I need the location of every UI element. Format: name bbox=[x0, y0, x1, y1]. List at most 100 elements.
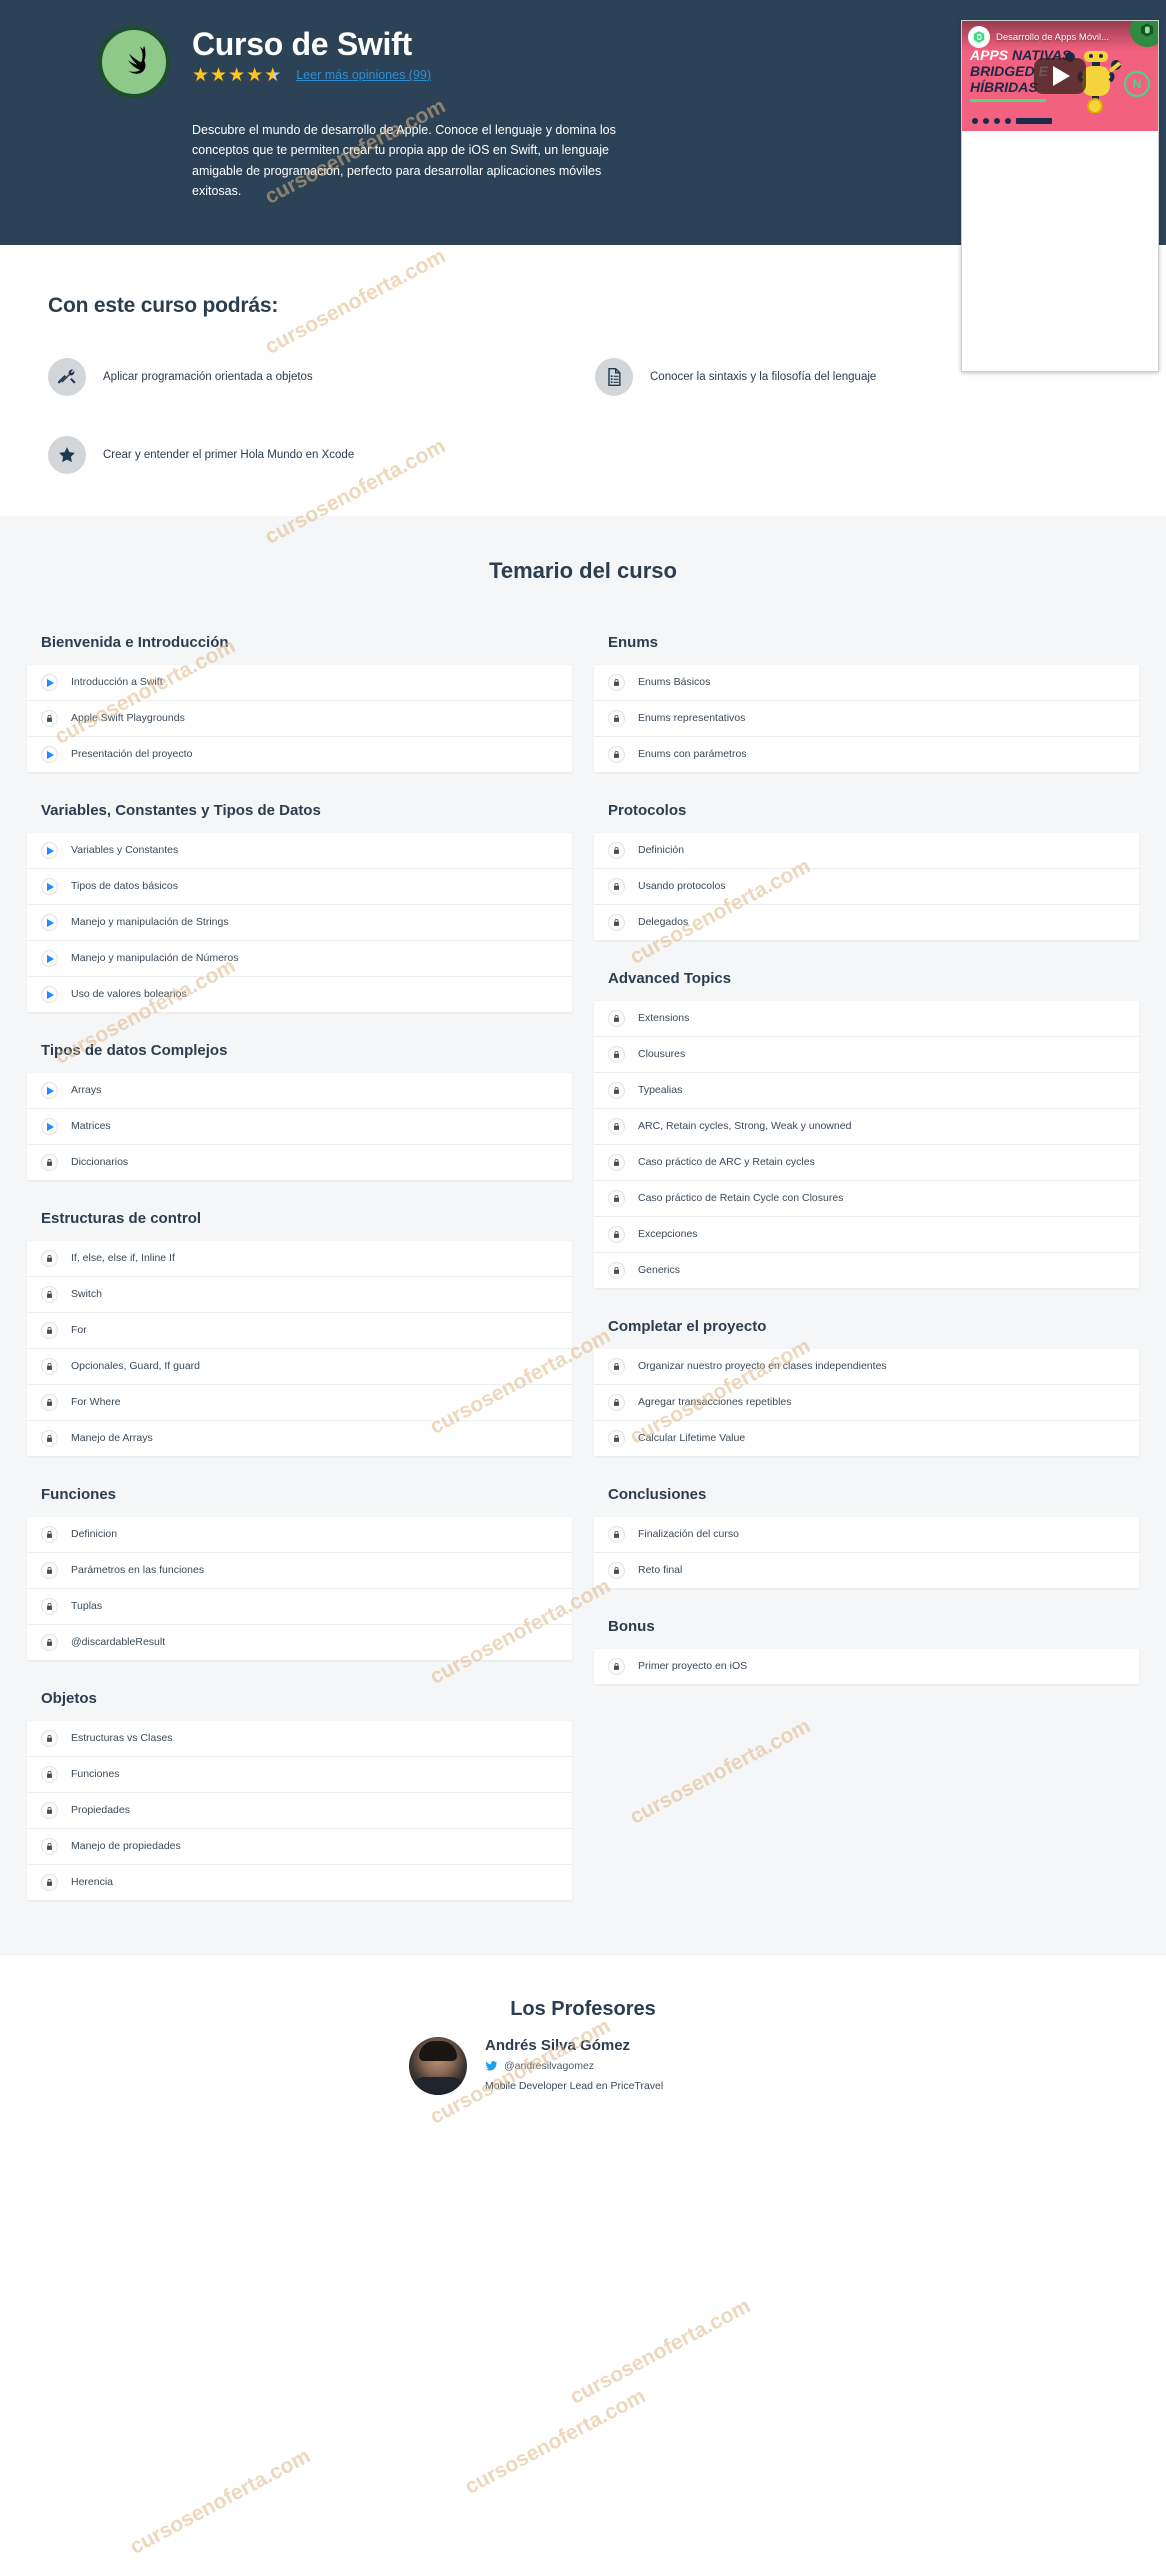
lesson-row[interactable]: Matrices bbox=[27, 1109, 572, 1146]
lesson-row[interactable]: Manejo y manipulación de Strings bbox=[27, 905, 572, 942]
lesson-label: Tipos de datos básicos bbox=[71, 880, 179, 893]
lesson-row[interactable]: Manejo y manipulación de Números bbox=[27, 941, 572, 978]
lesson-row[interactable]: Organizar nuestro proyecto en clases ind… bbox=[594, 1349, 1139, 1386]
syllabus-module: Advanced Topics Extensions Clousures Typeal… bbox=[594, 958, 1139, 1289]
lesson-row[interactable]: Finalización del curso bbox=[594, 1517, 1139, 1554]
lesson-row[interactable]: Presentación del proyecto bbox=[27, 737, 572, 772]
lesson-row[interactable]: Herencia bbox=[27, 1865, 572, 1900]
play-icon[interactable] bbox=[41, 842, 58, 860]
lock-icon bbox=[608, 1526, 625, 1544]
professors-section: Los Profesores Andrés Silva Gómez @andre… bbox=[0, 1954, 1166, 2126]
lesson-row[interactable]: Diccionarios bbox=[27, 1145, 572, 1180]
play-icon[interactable] bbox=[41, 1082, 58, 1100]
benefit-item: Aplicar programación orientada a objetos bbox=[48, 358, 595, 397]
lesson-row[interactable]: Variables y Constantes bbox=[27, 833, 572, 870]
lesson-row[interactable]: Calcular Lifetime Value bbox=[594, 1421, 1139, 1456]
video-player-card[interactable]: APPS NATIVAS BRIDGED E HÍBRIDAS bbox=[961, 20, 1159, 372]
video-thumbnail[interactable]: APPS NATIVAS BRIDGED E HÍBRIDAS bbox=[962, 21, 1158, 131]
lesson-row[interactable]: Tuplas bbox=[27, 1589, 572, 1626]
lesson-label: Variables y Constantes bbox=[71, 844, 179, 857]
lesson-row[interactable]: Tipos de datos básicos bbox=[27, 869, 572, 906]
play-icon[interactable] bbox=[41, 878, 58, 896]
syllabus-right-column: Enums Enums Básicos Enums representativos E… bbox=[594, 622, 1139, 1918]
lesson-row[interactable]: For Where bbox=[27, 1385, 572, 1422]
lesson-row[interactable]: Funciones bbox=[27, 1757, 572, 1794]
lesson-row[interactable]: Primer proyecto en iOS bbox=[594, 1649, 1139, 1684]
lock-icon bbox=[608, 746, 625, 764]
thumb-dots bbox=[972, 118, 1052, 124]
lesson-row[interactable]: Usando protocolos bbox=[594, 869, 1139, 906]
lesson-row[interactable]: Apple Swift Playgrounds bbox=[27, 701, 572, 738]
module-title: Advanced Topics bbox=[608, 970, 732, 988]
play-icon[interactable] bbox=[41, 914, 58, 932]
syllabus-module: Tipos de datos Complejos Arrays Matrices Di… bbox=[27, 1030, 572, 1181]
lesson-row[interactable]: Enums representativos bbox=[594, 701, 1139, 738]
lesson-row[interactable]: Excepciones bbox=[594, 1217, 1139, 1254]
lesson-row[interactable]: Generics bbox=[594, 1253, 1139, 1288]
lesson-row[interactable]: Definición bbox=[594, 833, 1139, 870]
lesson-row[interactable]: If, else, else if, Inline If bbox=[27, 1241, 572, 1278]
lesson-row[interactable]: Agregar transacciones repetibles bbox=[594, 1385, 1139, 1422]
lock-icon bbox=[608, 1658, 625, 1676]
lesson-row[interactable]: Switch bbox=[27, 1277, 572, 1314]
lesson-row[interactable]: For bbox=[27, 1313, 572, 1350]
syllabus-module: Protocolos Definición Usando protocolos Del… bbox=[594, 790, 1139, 941]
lesson-list: Finalización del curso Reto final bbox=[594, 1517, 1139, 1589]
lesson-row[interactable]: Caso práctico de ARC y Retain cycles bbox=[594, 1145, 1139, 1182]
read-more-reviews-link[interactable]: Leer más opiniones (99) bbox=[296, 68, 431, 82]
professor-twitter[interactable]: @andresilvagomez bbox=[485, 2059, 663, 2072]
lesson-label: Manejo y manipulación de Strings bbox=[71, 916, 229, 929]
lesson-row[interactable]: Enums Básicos bbox=[594, 665, 1139, 702]
badge-n-icon: N bbox=[1124, 71, 1150, 97]
lesson-row[interactable]: Introducción a Swift bbox=[27, 665, 572, 702]
lesson-row[interactable]: Clousures bbox=[594, 1037, 1139, 1074]
page-title: Curso de Swift bbox=[192, 26, 412, 62]
lesson-row[interactable]: Propiedades bbox=[27, 1793, 572, 1830]
play-icon[interactable] bbox=[41, 1118, 58, 1136]
lesson-row[interactable]: Parámetros en las funciones bbox=[27, 1553, 572, 1590]
video-title[interactable]: Desarrollo de Apps Móvil... bbox=[996, 32, 1134, 43]
lesson-label: For bbox=[71, 1324, 87, 1337]
lesson-row[interactable]: ARC, Retain cycles, Strong, Weak y unown… bbox=[594, 1109, 1139, 1146]
lesson-row[interactable]: Extensions bbox=[594, 1001, 1139, 1038]
play-icon[interactable] bbox=[1034, 58, 1086, 94]
lesson-row[interactable]: Manejo de Arrays bbox=[27, 1421, 572, 1456]
lesson-row[interactable]: Delegados bbox=[594, 905, 1139, 940]
play-icon[interactable] bbox=[41, 986, 58, 1004]
channel-logo-icon[interactable] bbox=[968, 26, 990, 48]
lock-icon bbox=[608, 1010, 625, 1028]
lesson-row[interactable]: Estructuras vs Clases bbox=[27, 1721, 572, 1758]
play-icon[interactable] bbox=[41, 950, 58, 968]
lesson-label: Tuplas bbox=[71, 1600, 103, 1613]
lesson-row[interactable]: @discardableResult bbox=[27, 1625, 572, 1660]
professor-role: Mobile Developer Lead en PriceTravel bbox=[485, 2080, 664, 2093]
lesson-label: Delegados bbox=[638, 916, 689, 929]
lesson-row[interactable]: Reto final bbox=[594, 1553, 1139, 1588]
lesson-row[interactable]: Typealias bbox=[594, 1073, 1139, 1110]
lesson-label: If, else, else if, Inline If bbox=[71, 1252, 175, 1265]
lock-icon bbox=[41, 1562, 58, 1580]
document-list-icon bbox=[595, 358, 633, 397]
play-icon[interactable] bbox=[41, 746, 58, 764]
lesson-row[interactable]: Enums con parámetros bbox=[594, 737, 1139, 772]
module-title: Objetos bbox=[41, 1690, 97, 1708]
professor-handle: @andresilvagomez bbox=[504, 2059, 595, 2072]
syllabus-module: Bienvenida e Introducción Introducción a … bbox=[27, 622, 572, 773]
lesson-list: Primer proyecto en iOS bbox=[594, 1649, 1139, 1685]
lesson-label: Manejo de propiedades bbox=[71, 1840, 181, 1853]
lock-icon bbox=[41, 1838, 58, 1856]
module-title: Estructuras de control bbox=[41, 1210, 202, 1228]
star-icon: ★ bbox=[228, 64, 247, 86]
professor-name: Andrés Silva Gómez bbox=[485, 2037, 631, 2055]
lesson-label: Manejo de Arrays bbox=[71, 1432, 153, 1445]
lesson-row[interactable]: Uso de valores boleanos bbox=[27, 977, 572, 1012]
syllabus-title: Temario del curso bbox=[489, 558, 677, 584]
lesson-row[interactable]: Manejo de propiedades bbox=[27, 1829, 572, 1866]
watermark: cursosenoferta.com bbox=[126, 2444, 315, 2559]
play-icon[interactable] bbox=[41, 674, 58, 692]
lesson-row[interactable]: Opcionales, Guard, If guard bbox=[27, 1349, 572, 1386]
lesson-label: Apple Swift Playgrounds bbox=[71, 712, 185, 725]
lesson-row[interactable]: Arrays bbox=[27, 1073, 572, 1110]
lesson-row[interactable]: Caso práctico de Retain Cycle con Closur… bbox=[594, 1181, 1139, 1218]
lesson-row[interactable]: Definicion bbox=[27, 1517, 572, 1554]
